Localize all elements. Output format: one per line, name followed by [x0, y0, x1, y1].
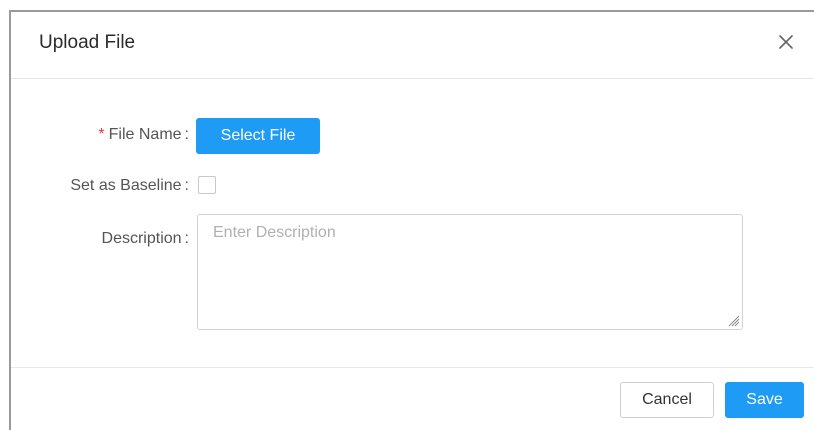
- description-label: Description:: [102, 230, 189, 248]
- save-button[interactable]: Save: [725, 382, 804, 418]
- close-icon: [779, 35, 793, 49]
- description-input[interactable]: [198, 215, 742, 329]
- description-field: [197, 214, 743, 330]
- label-colon: :: [184, 126, 189, 143]
- baseline-label: Set as Baseline:: [70, 177, 189, 195]
- file-name-label-text: File Name: [108, 126, 182, 143]
- dialog-title: Upload File: [39, 32, 136, 53]
- select-file-button[interactable]: Select File: [196, 118, 320, 154]
- resize-handle-icon[interactable]: [726, 313, 740, 327]
- close-button[interactable]: [776, 32, 796, 52]
- cancel-button[interactable]: Cancel: [620, 382, 714, 418]
- description-label-text: Description: [101, 230, 182, 247]
- required-mark: *: [98, 126, 105, 143]
- label-colon: :: [184, 230, 189, 247]
- file-name-label: * File Name:: [98, 126, 189, 144]
- set-as-baseline-checkbox[interactable]: [198, 176, 216, 194]
- label-colon: :: [184, 177, 189, 194]
- upload-file-dialog: Upload File * File Name: Select File Set …: [9, 10, 814, 430]
- dialog-header: Upload File: [11, 12, 814, 79]
- baseline-label-text: Set as Baseline: [70, 177, 182, 194]
